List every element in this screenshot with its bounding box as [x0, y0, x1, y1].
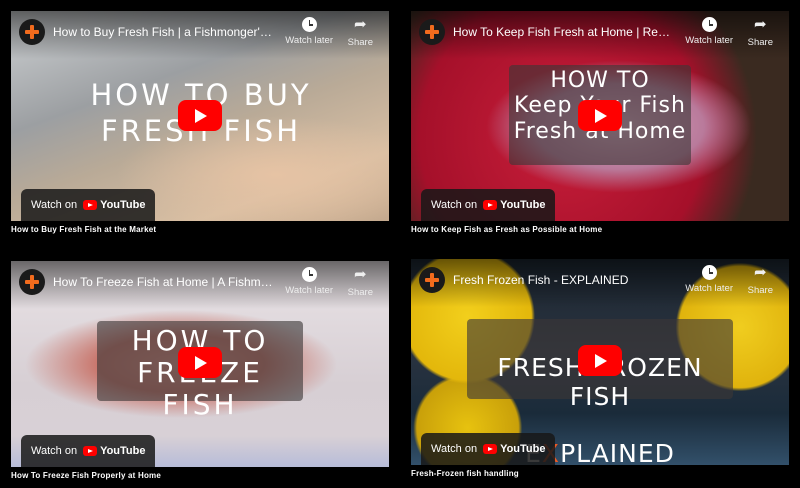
share-icon: ➦ [754, 16, 767, 33]
channel-avatar-icon[interactable] [19, 19, 45, 45]
youtube-logo: YouTube [83, 199, 145, 211]
share-icon: ➦ [354, 16, 367, 33]
share-button[interactable]: ➦ Share [747, 264, 773, 297]
clock-icon [701, 17, 717, 32]
clock-icon [701, 265, 717, 280]
title-rest: PLAINED [560, 439, 675, 465]
youtube-icon [483, 444, 498, 454]
watch-on-label: Watch on [431, 443, 478, 455]
share-icon: ➦ [754, 264, 767, 281]
video-title[interactable]: Fresh Frozen Fish - EXPLAINED [453, 273, 675, 287]
video-caption: How To Freeze Fish Properly at Home [11, 471, 161, 480]
youtube-wordmark: YouTube [100, 445, 146, 457]
video-card-3: How To Freeze Fish at Home | A Fishmo...… [11, 261, 389, 480]
share-button[interactable]: ➦ Share [347, 266, 373, 299]
video-card-4: Fresh Frozen Fish - EXPLAINED Watch late… [411, 259, 789, 478]
play-button[interactable] [178, 100, 222, 131]
video-caption: Fresh-Frozen fish handling [411, 469, 519, 478]
video-player-3[interactable]: How To Freeze Fish at Home | A Fishmo...… [11, 261, 389, 467]
video-player-4[interactable]: Fresh Frozen Fish - EXPLAINED Watch late… [411, 259, 789, 465]
clock-icon [301, 17, 317, 32]
video-caption: How to Buy Fresh Fish at the Market [11, 225, 157, 234]
video-player-2[interactable]: How To Keep Fish Fresh at Home | Redu...… [411, 11, 789, 221]
watch-on-youtube-button[interactable]: Watch on YouTube [21, 435, 156, 467]
watch-later-label: Watch later [285, 285, 333, 296]
watch-on-label: Watch on [431, 199, 478, 211]
watch-later-button[interactable]: Watch later [685, 17, 733, 46]
watch-on-youtube-button[interactable]: Watch on YouTube [421, 189, 556, 221]
watch-on-youtube-button[interactable]: Watch on YouTube [21, 189, 156, 221]
play-button[interactable] [578, 100, 622, 131]
watch-later-button[interactable]: Watch later [285, 17, 333, 46]
share-label: Share [747, 37, 773, 48]
play-button[interactable] [178, 347, 222, 378]
youtube-logo: YouTube [83, 445, 145, 457]
clock-icon [301, 267, 317, 282]
video-title[interactable]: How To Freeze Fish at Home | A Fishmo... [53, 275, 275, 289]
video-caption: How to Keep Fish as Fresh as Possible at… [411, 225, 603, 234]
watch-later-button[interactable]: Watch later [285, 267, 333, 296]
youtube-logo: YouTube [483, 443, 545, 455]
watch-later-button[interactable]: Watch later [685, 265, 733, 294]
video-card-1: How to Buy Fresh Fish | a Fishmonger's .… [11, 11, 389, 234]
youtube-wordmark: YouTube [500, 443, 546, 455]
youtube-logo: YouTube [483, 199, 545, 211]
watch-on-youtube-button[interactable]: Watch on YouTube [421, 433, 556, 465]
watch-later-label: Watch later [685, 35, 733, 46]
youtube-wordmark: YouTube [100, 199, 146, 211]
video-player-1[interactable]: How to Buy Fresh Fish | a Fishmonger's .… [11, 11, 389, 221]
youtube-wordmark: YouTube [500, 199, 546, 211]
channel-avatar-icon[interactable] [19, 269, 45, 295]
channel-avatar-icon[interactable] [419, 267, 445, 293]
video-card-2: How To Keep Fish Fresh at Home | Redu...… [411, 11, 789, 234]
share-button[interactable]: ➦ Share [347, 16, 373, 49]
video-title[interactable]: How To Keep Fish Fresh at Home | Redu... [453, 25, 675, 39]
share-button[interactable]: ➦ Share [747, 16, 773, 49]
youtube-icon [483, 200, 498, 210]
share-label: Share [347, 37, 373, 48]
share-icon: ➦ [354, 266, 367, 283]
share-label: Share [747, 285, 773, 296]
channel-avatar-icon[interactable] [419, 19, 445, 45]
youtube-icon [83, 446, 98, 456]
watch-on-label: Watch on [31, 199, 78, 211]
watch-on-label: Watch on [31, 445, 78, 457]
watch-later-label: Watch later [285, 35, 333, 46]
share-label: Share [347, 287, 373, 298]
watch-later-label: Watch later [685, 283, 733, 294]
video-title[interactable]: How to Buy Fresh Fish | a Fishmonger's .… [53, 25, 275, 39]
play-button[interactable] [578, 345, 622, 376]
youtube-icon [83, 200, 98, 210]
